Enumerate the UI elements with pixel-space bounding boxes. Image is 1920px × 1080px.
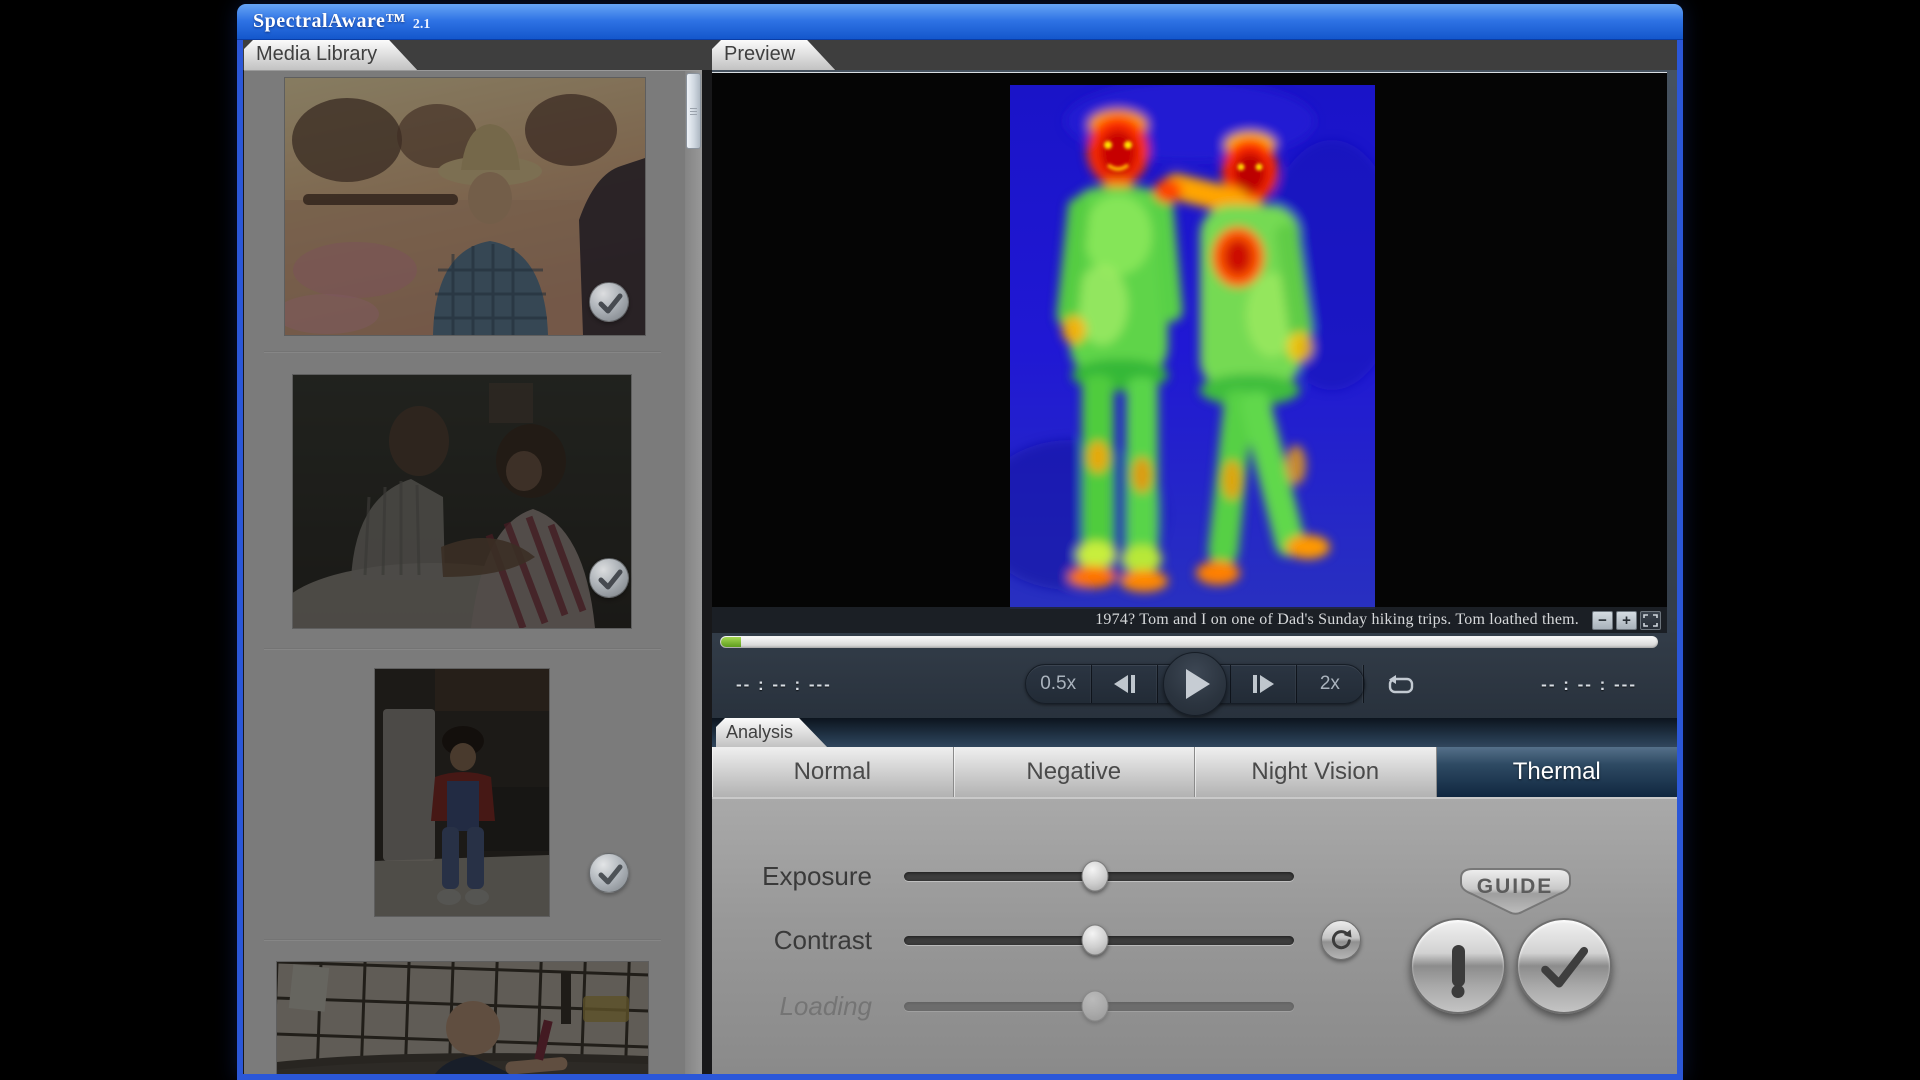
- window-content: Media Library: [243, 40, 1677, 1074]
- media-row: [244, 353, 685, 650]
- media-row: [244, 650, 685, 941]
- media-library-panel: Media Library: [244, 40, 702, 1074]
- contrast-slider-track[interactable]: [904, 936, 1294, 945]
- fullscreen-icon: [1643, 614, 1658, 627]
- selected-check-badge[interactable]: [589, 282, 629, 322]
- play-icon: [1186, 669, 1210, 699]
- mode-tab-label: Normal: [794, 758, 871, 786]
- timecode-remaining: -- : -- : ---: [1541, 675, 1637, 695]
- preview-viewport: 1974? Tom and I on one of Dad's Sunday h…: [712, 72, 1667, 633]
- media-row: [244, 71, 685, 353]
- loading-slider-track: [904, 1002, 1294, 1011]
- speed-half-label: 0.5x: [1040, 673, 1076, 695]
- contrast-label: Contrast: [712, 925, 872, 956]
- media-thumbnail-toddler-photo[interactable]: [277, 962, 648, 1074]
- analysis-body: Exposure Contrast Loading: [712, 799, 1677, 1074]
- step-forward-button[interactable]: [1231, 665, 1297, 703]
- loading-label: Loading: [712, 991, 872, 1022]
- scrub-loaded-segment: [721, 637, 741, 647]
- confirm-button[interactable]: [1516, 918, 1612, 1014]
- mode-tab-label: Night Vision: [1251, 758, 1379, 786]
- photo-caption: 1974? Tom and I on one of Dad's Sunday h…: [1095, 611, 1589, 629]
- alert-button[interactable]: [1410, 918, 1506, 1014]
- tab-preview-label: Preview: [724, 43, 795, 65]
- exclamation-dot: [1452, 985, 1465, 998]
- step-forward-icon: [1260, 675, 1274, 693]
- loading-slider-thumb: [1082, 991, 1109, 1022]
- play-button[interactable]: [1163, 652, 1227, 716]
- step-back-button[interactable]: [1092, 665, 1158, 703]
- analysis-mode-tabs: Normal Negative Night Vision Thermal: [712, 747, 1677, 799]
- guide-label-svg: GUIDE: [1477, 875, 1554, 898]
- check-icon: [1529, 936, 1599, 996]
- tab-preview[interactable]: Preview: [712, 40, 835, 70]
- app-title: SpectralAware™: [253, 10, 406, 33]
- tab-media-library[interactable]: Media Library: [244, 40, 417, 70]
- app-window: SpectralAware™ 2.1 Media Library: [237, 4, 1683, 1080]
- media-scrollbar-thumb[interactable]: [686, 73, 701, 149]
- zoom-in-button[interactable]: +: [1616, 611, 1637, 630]
- mode-tab-thermal[interactable]: Thermal: [1437, 747, 1678, 797]
- preview-panel: Preview: [712, 40, 1677, 1074]
- contrast-slider-row: Contrast: [712, 920, 1294, 960]
- transport-controls: -- : -- : --- 0.5x: [712, 649, 1677, 718]
- titlebar[interactable]: SpectralAware™ 2.1: [237, 4, 1683, 40]
- guide-button[interactable]: GUIDE: [1449, 866, 1582, 918]
- reset-icon: [1329, 928, 1353, 952]
- thumbnail-dim-overlay: [375, 669, 549, 916]
- step-forward-bar: [1253, 675, 1257, 693]
- mode-tab-normal[interactable]: Normal: [712, 747, 954, 797]
- reset-button[interactable]: [1321, 920, 1361, 960]
- media-thumbnail-couple-photo[interactable]: [293, 375, 631, 628]
- loop-button[interactable]: [1383, 673, 1419, 699]
- media-thumbnail-kitchen-boy-photo[interactable]: [375, 669, 549, 916]
- media-library-list: [244, 70, 702, 1074]
- thermal-image-two-children: [1010, 85, 1375, 609]
- exposure-slider-thumb[interactable]: [1082, 861, 1109, 892]
- exposure-slider-track[interactable]: [904, 872, 1294, 881]
- speed-half-button[interactable]: 0.5x: [1026, 665, 1092, 703]
- selected-check-badge[interactable]: [589, 558, 629, 598]
- timecode-elapsed: -- : -- : ---: [736, 675, 832, 695]
- media-row: [244, 941, 685, 1074]
- mode-tab-negative[interactable]: Negative: [954, 747, 1196, 797]
- preview-body: 1974? Tom and I on one of Dad's Sunday h…: [712, 70, 1677, 1074]
- plus-icon: +: [1622, 612, 1631, 629]
- scrub-bar[interactable]: [720, 636, 1658, 648]
- step-back-icon: [1114, 675, 1128, 693]
- analysis-strip: Analysis: [712, 718, 1677, 747]
- media-scrollbar-track[interactable]: [685, 71, 702, 1074]
- loop-icon: [1386, 675, 1416, 697]
- check-icon: [590, 559, 630, 599]
- caption-bar: 1974? Tom and I on one of Dad's Sunday h…: [712, 607, 1667, 633]
- mode-tab-label: Negative: [1026, 758, 1121, 786]
- loading-slider-row: Loading: [712, 986, 1294, 1026]
- tab-media-library-label: Media Library: [256, 43, 377, 65]
- step-back-bar: [1131, 675, 1135, 693]
- speed-double-label: 2x: [1320, 673, 1340, 695]
- playback-pill: 0.5x 2x: [1025, 664, 1365, 704]
- mode-tab-label: Thermal: [1513, 758, 1601, 786]
- speed-double-button[interactable]: 2x: [1297, 665, 1363, 703]
- screen: SpectralAware™ 2.1 Media Library: [0, 0, 1920, 1080]
- fullscreen-button[interactable]: [1640, 611, 1661, 630]
- check-icon: [590, 283, 630, 323]
- tab-analysis-label: Analysis: [726, 722, 793, 742]
- contrast-slider-thumb[interactable]: [1082, 925, 1109, 956]
- tab-analysis[interactable]: Analysis: [716, 718, 827, 747]
- mode-tab-night-vision[interactable]: Night Vision: [1195, 747, 1437, 797]
- exposure-slider-row: Exposure: [712, 856, 1294, 896]
- zoom-out-button[interactable]: −: [1592, 611, 1613, 630]
- selected-check-badge[interactable]: [589, 853, 629, 893]
- exposure-label: Exposure: [712, 861, 872, 892]
- exclamation-icon: [1452, 945, 1465, 987]
- thumbnail-dim-overlay: [293, 375, 631, 628]
- guide-badge-shape: GUIDE: [1449, 866, 1582, 918]
- check-icon: [590, 854, 630, 894]
- minus-icon: −: [1598, 612, 1607, 629]
- app-version: 2.1: [413, 17, 431, 33]
- thumbnail-dim-overlay: [277, 962, 648, 1074]
